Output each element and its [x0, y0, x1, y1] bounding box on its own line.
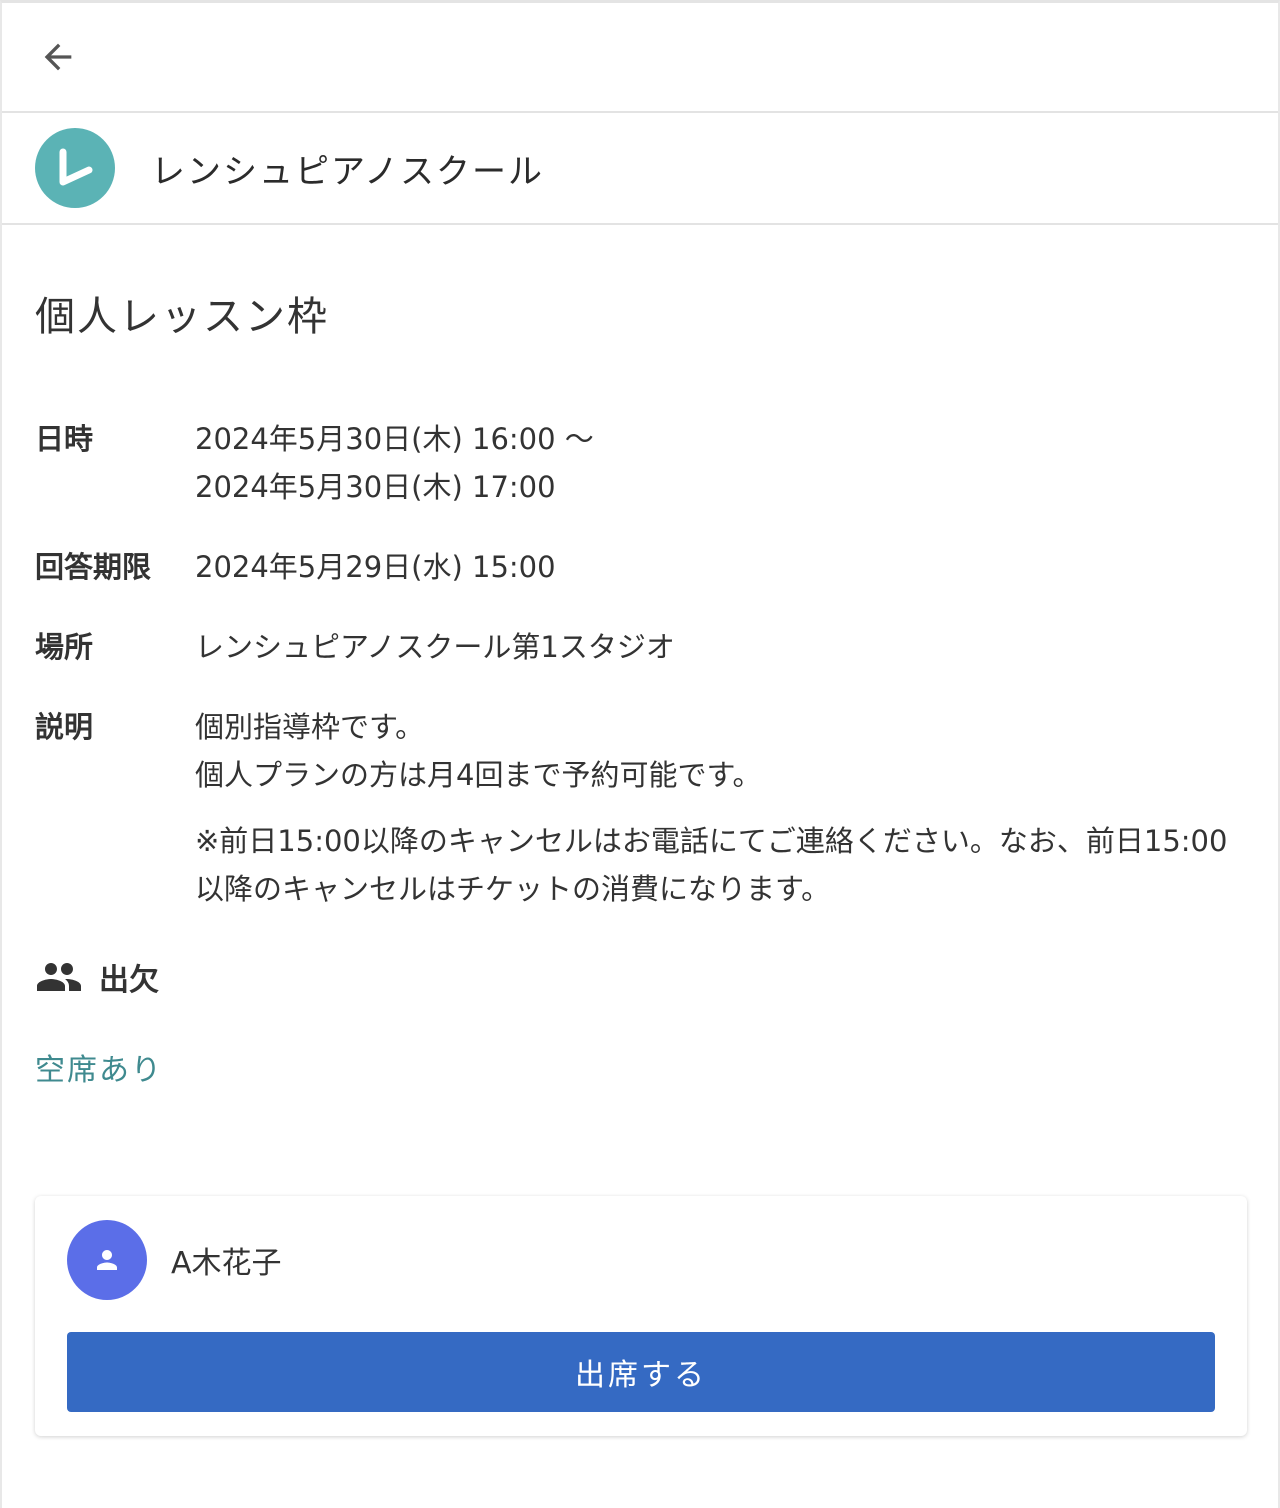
- event-title: 個人レッスン枠: [35, 294, 329, 340]
- event-details: 日時 2024年5月30日(木) 16:00 〜 2024年5月30日(木) 1…: [35, 415, 1245, 913]
- detail-label-deadline: 回答期限: [35, 550, 152, 584]
- detail-value-deadline: 2024年5月29日(水) 15:00: [195, 543, 1245, 591]
- logo-letter-l-icon: [59, 148, 93, 186]
- organization-name: レンシュピアノスクール: [151, 151, 544, 192]
- organization-logo: [35, 128, 115, 208]
- detail-label-description: 説明: [35, 710, 94, 744]
- detail-label-place: 場所: [35, 630, 94, 664]
- deadline-value: 2024年5月29日(水) 15:00: [195, 550, 556, 584]
- detail-row-deadline: 回答期限 2024年5月29日(水) 15:00: [35, 543, 1245, 591]
- event-detail-page: レンシュピアノスクール 個人レッスン枠 日時 2024年5月30日(木) 16:…: [0, 0, 1280, 1508]
- member-row: A木花子: [67, 1220, 1215, 1300]
- detail-label-datetime: 日時: [35, 422, 94, 456]
- place-value: レンシュピアノスクール第1スタジオ: [195, 630, 675, 664]
- person-icon: [97, 1250, 117, 1270]
- datetime-end: 2024年5月30日(木) 17:00: [195, 470, 556, 504]
- detail-value-datetime: 2024年5月30日(木) 16:00 〜 2024年5月30日(木) 17:0…: [195, 415, 1245, 511]
- datetime-start: 2024年5月30日(木) 16:00 〜: [195, 422, 594, 456]
- detail-row-place: 場所 レンシュピアノスクール第1スタジオ: [35, 623, 1245, 671]
- detail-value-description: 個別指導枠です。 個人プランの方は月4回まで予約可能です。 ※前日15:00以降…: [195, 703, 1245, 913]
- organization-header: レンシュピアノスクール: [2, 113, 1278, 225]
- member-avatar: [67, 1220, 147, 1300]
- attendance-section-header: 出欠: [35, 953, 1245, 1001]
- detail-value-place: レンシュピアノスクール第1スタジオ: [195, 623, 1245, 671]
- member-name: A木花子: [171, 1246, 282, 1281]
- detail-row-datetime: 日時 2024年5月30日(木) 16:00 〜 2024年5月30日(木) 1…: [35, 415, 1245, 511]
- attendance-title: 出欠: [99, 963, 159, 998]
- arrow-left-icon: [44, 43, 72, 71]
- description-line-1: 個別指導枠です。: [195, 710, 425, 744]
- top-bar: [2, 3, 1278, 113]
- attend-button[interactable]: 出席する: [67, 1332, 1215, 1412]
- member-card: A木花子 出席する: [35, 1196, 1247, 1436]
- availability-status: 空席あり: [35, 1053, 163, 1088]
- description-note: ※前日15:00以降のキャンセルはお電話にてご連絡ください。なお、前日15:00…: [195, 824, 1228, 906]
- detail-row-description: 説明 個別指導枠です。 個人プランの方は月4回まで予約可能です。 ※前日15:0…: [35, 703, 1245, 913]
- back-button[interactable]: [30, 29, 86, 85]
- description-line-2: 個人プランの方は月4回まで予約可能です。: [195, 758, 762, 792]
- people-icon: [35, 953, 83, 1001]
- event-content: 個人レッスン枠 日時 2024年5月30日(木) 16:00 〜 2024年5月…: [2, 289, 1278, 1089]
